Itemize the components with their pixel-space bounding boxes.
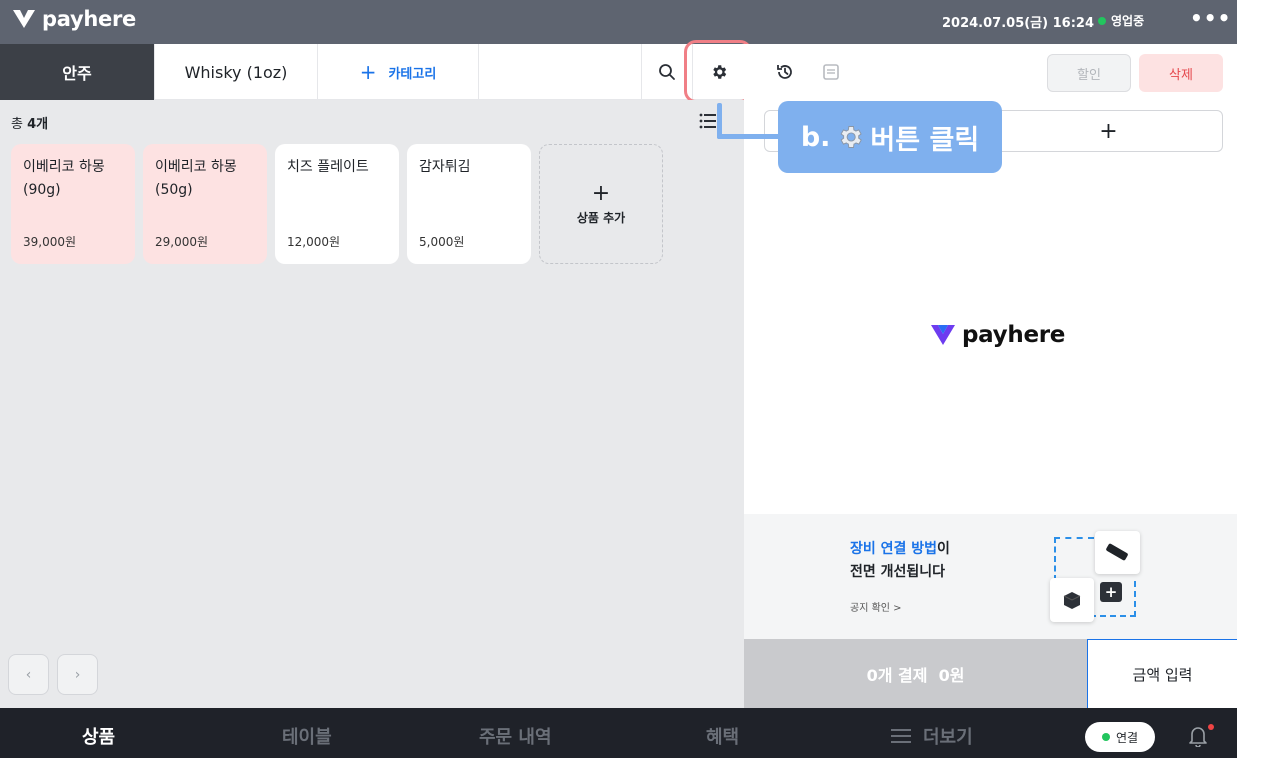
- product-name: 감자튀김: [419, 159, 471, 175]
- memo-button[interactable]: [821, 62, 841, 86]
- store-status-label: 영업중: [1111, 14, 1145, 28]
- notification-button[interactable]: [1188, 725, 1208, 751]
- notice-banner[interactable]: 장비 연결 방법이 전면 개선됩니다 공지 확인 > +: [744, 514, 1237, 639]
- product-name-detail: (90g): [23, 182, 61, 198]
- plus-icon: +: [359, 60, 377, 84]
- tab-category-whisky[interactable]: Whisky (1oz): [155, 44, 318, 100]
- product-name: 이베리코 하몽: [155, 159, 237, 175]
- history-icon: [777, 65, 792, 79]
- pay-label: 0개 결제 0원: [866, 665, 965, 685]
- product-price: 39,000원: [23, 235, 77, 249]
- total-count: 4개: [27, 117, 49, 132]
- prev-page-button[interactable]: ‹: [8, 654, 49, 695]
- status-dot-icon: [1101, 733, 1110, 741]
- center-brand-logo: payhere: [930, 322, 1065, 348]
- nav-more-label: 더보기: [923, 727, 973, 748]
- connection-label: 연결: [1115, 730, 1139, 745]
- pay-button[interactable]: 0개 결제 0원: [744, 639, 1087, 708]
- brand-name: payhere: [42, 7, 136, 31]
- notification-badge: [1208, 724, 1214, 730]
- memo-icon: [823, 64, 839, 80]
- product-name: 이베리코 하몽: [23, 159, 105, 175]
- settings-button[interactable]: [693, 44, 744, 100]
- nav-item-more[interactable]: 더보기: [891, 723, 973, 749]
- plus-icon: +: [1099, 118, 1118, 144]
- discount-button[interactable]: 할인: [1047, 54, 1131, 92]
- add-category-button[interactable]: + 카테고리: [318, 44, 479, 100]
- chevron-left-icon: ‹: [25, 666, 32, 683]
- notice-link[interactable]: 공지 확인 >: [850, 599, 902, 614]
- product-name: 치즈 플레이트: [287, 159, 369, 175]
- chevron-right-icon: ›: [74, 666, 81, 683]
- search-icon: [659, 64, 675, 80]
- list-icon: [699, 113, 716, 129]
- plus-icon: +: [591, 180, 611, 206]
- gear-icon: [840, 126, 863, 148]
- menu-icon: [891, 729, 911, 743]
- banner-title-line2: 전면 개선됩니다: [850, 564, 946, 580]
- connection-status-button[interactable]: 연결: [1085, 722, 1155, 752]
- add-product-button[interactable]: + 상품 추가: [539, 144, 663, 264]
- nav-item-benefits[interactable]: 혜택: [706, 723, 739, 749]
- add-product-label: 상품 추가: [576, 210, 626, 225]
- delete-label: 삭제: [1169, 67, 1193, 83]
- nav-item-products[interactable]: 상품: [82, 723, 115, 749]
- product-name-detail: (50g): [155, 182, 193, 198]
- product-card[interactable]: 치즈 플레이트 12,000원: [275, 144, 399, 264]
- payhere-logo-icon: [13, 10, 35, 28]
- nav-item-order-history[interactable]: 주문 내역: [479, 723, 552, 749]
- search-button[interactable]: [641, 44, 693, 100]
- history-button[interactable]: [775, 62, 795, 86]
- callout-step: b.: [800, 121, 831, 153]
- current-datetime: 2024.07.05(금) 16:24: [942, 16, 1094, 31]
- banner-title-rest: 이: [937, 541, 950, 557]
- printer-icon: [1050, 578, 1094, 622]
- device-plus-icon: +: [1100, 582, 1122, 602]
- total-prefix: 총: [11, 117, 28, 132]
- amount-input-label: 금액 입력: [1132, 665, 1193, 684]
- tab-category-anju[interactable]: 안주: [0, 44, 155, 100]
- gear-icon: [712, 65, 726, 79]
- product-total: 총 4개: [11, 113, 48, 132]
- nav-item-tables[interactable]: 테이블: [282, 723, 332, 749]
- product-card[interactable]: 감자튀김 5,000원: [407, 144, 531, 264]
- discount-label: 할인: [1077, 67, 1101, 83]
- callout-connector: [717, 134, 781, 139]
- next-page-button[interactable]: ›: [57, 654, 98, 695]
- more-options-icon[interactable]: •••: [1190, 6, 1231, 30]
- payhere-logo-icon: [931, 325, 955, 345]
- bell-icon: [1189, 727, 1207, 748]
- brand-logo: payhere: [12, 7, 136, 31]
- screen-edge: [1237, 0, 1269, 708]
- tab-label: Whisky (1oz): [184, 62, 288, 82]
- list-view-toggle[interactable]: [699, 113, 717, 133]
- store-status[interactable]: 영업중: [1098, 12, 1144, 29]
- tab-label: 안주: [62, 64, 92, 83]
- top-bar: payhere 2024.07.05(금) 16:24 영업중 •••: [0, 0, 1237, 44]
- add-category-label: 카테고리: [388, 66, 437, 82]
- product-price: 29,000원: [155, 235, 209, 249]
- product-card[interactable]: 이베리코 하몽 (90g) 39,000원: [11, 144, 135, 264]
- status-dot-icon: [1098, 16, 1106, 25]
- product-price: 5,000원: [419, 235, 465, 249]
- product-price: 12,000원: [287, 235, 341, 249]
- callout-text: 버튼 클릭: [870, 124, 980, 156]
- banner-title-highlight: 장비 연결 방법: [850, 541, 938, 557]
- bottom-navigation: 상품 테이블 주문 내역 혜택 더보기 연결: [0, 708, 1237, 758]
- instruction-callout: b. 버튼 클릭: [778, 101, 1002, 173]
- brand-name: payhere: [962, 322, 1066, 348]
- amount-input-button[interactable]: 금액 입력: [1087, 639, 1237, 708]
- category-bar: 안주 Whisky (1oz) + 카테고리: [0, 44, 744, 100]
- card-reader-icon: [1095, 531, 1140, 574]
- product-grid-area: 총 4개 이베리코 하몽 (90g) 39,000원 이베리코 하몽 (50g)…: [0, 100, 744, 708]
- device-frame-decoration: [1054, 537, 1094, 581]
- banner-title: 장비 연결 방법이 전면 개선됩니다: [850, 538, 950, 584]
- delete-button[interactable]: 삭제: [1139, 54, 1223, 92]
- product-card[interactable]: 이베리코 하몽 (50g) 29,000원: [143, 144, 267, 264]
